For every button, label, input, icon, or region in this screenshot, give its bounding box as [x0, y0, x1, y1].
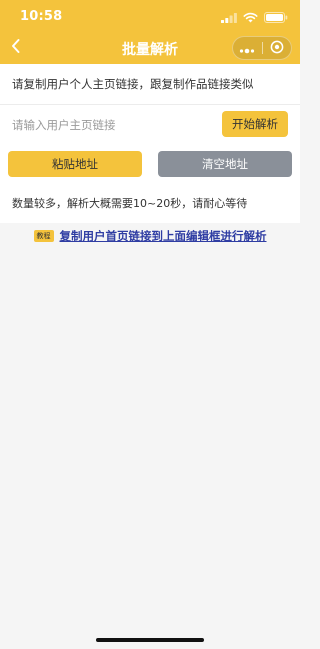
- user-url-input[interactable]: [12, 113, 208, 137]
- battery-icon: [264, 8, 288, 27]
- mini-program-capsule: [232, 36, 292, 60]
- instruction-text: 请复制用户个人主页链接，跟复制作品链接类似: [0, 64, 300, 104]
- wait-note: 数量较多，解析大概需要10~20秒，请耐心等待: [0, 185, 300, 223]
- status-time: 10:58: [20, 9, 63, 24]
- input-row: 开始解析: [0, 105, 300, 145]
- action-buttons-row: 粘贴地址 清空地址: [0, 145, 300, 185]
- tutorial-link[interactable]: 复制用户首页链接到上面编辑框进行解析: [60, 228, 267, 244]
- target-circle-icon: [270, 39, 284, 58]
- wifi-icon: [243, 8, 258, 27]
- clear-address-button[interactable]: 清空地址: [158, 151, 292, 177]
- more-button[interactable]: [233, 37, 262, 59]
- status-icons: [221, 11, 288, 23]
- signal-icon: [221, 8, 237, 27]
- more-dots-icon: [239, 39, 255, 58]
- header: 10:58 批量解析: [0, 0, 300, 64]
- home-indicator: [96, 638, 204, 642]
- paste-address-button[interactable]: 粘贴地址: [8, 151, 142, 177]
- start-parse-button[interactable]: 开始解析: [222, 111, 288, 137]
- close-button[interactable]: [263, 37, 292, 59]
- status-bar: 10:58: [0, 0, 300, 32]
- nav-bar: 批量解析: [0, 32, 300, 64]
- tutorial-row: 教程 复制用户首页链接到上面编辑框进行解析: [0, 226, 300, 246]
- tutorial-badge: 教程: [33, 230, 54, 242]
